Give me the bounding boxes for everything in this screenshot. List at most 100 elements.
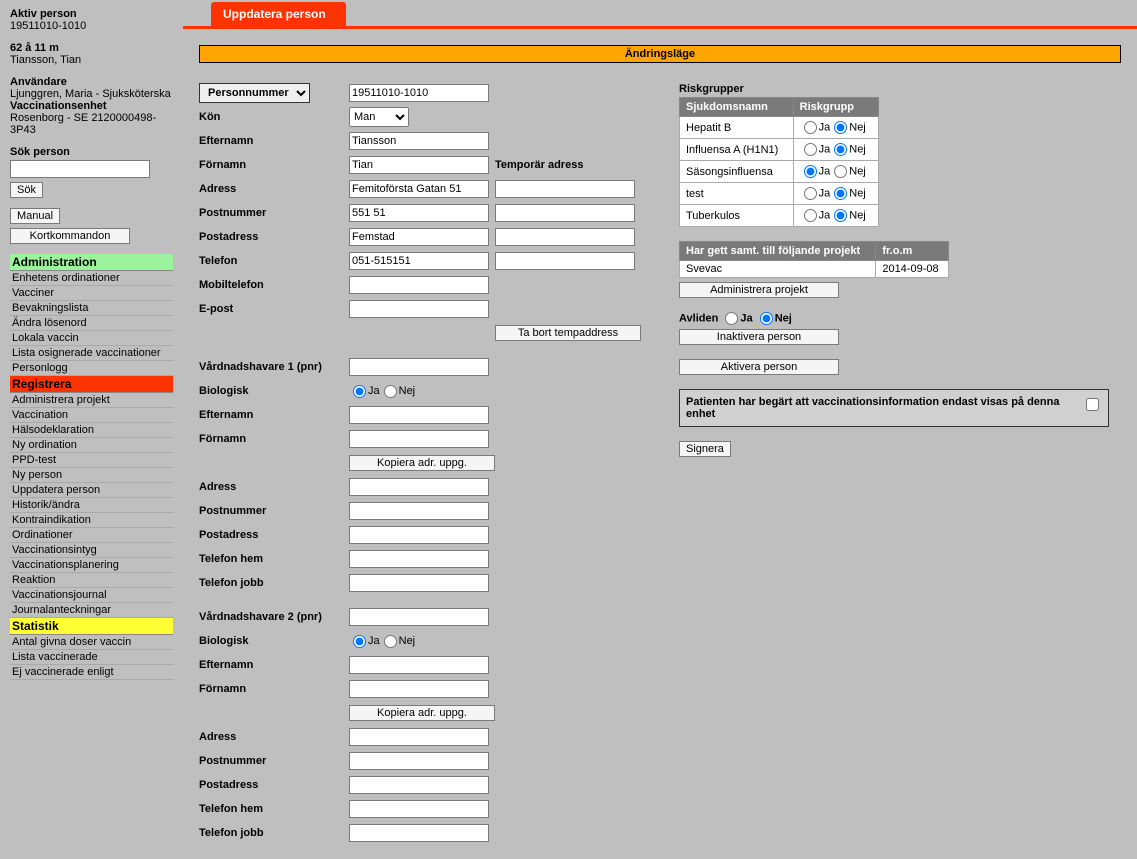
postadress-input[interactable]: [349, 228, 489, 246]
signera-button[interactable]: Signera: [679, 441, 731, 457]
vh2-postnummer-input[interactable]: [349, 752, 489, 770]
menu-item[interactable]: Ny ordination: [10, 438, 173, 453]
risk-nej[interactable]: [834, 165, 847, 178]
risk-ja[interactable]: [804, 121, 817, 134]
vh2-efternamn-input[interactable]: [349, 656, 489, 674]
vh2-tj-label: Telefon jobb: [199, 827, 349, 839]
vh1-postadress-input[interactable]: [349, 526, 489, 544]
vh2-pnr-input[interactable]: [349, 608, 489, 626]
vh1-postnummer-input[interactable]: [349, 502, 489, 520]
risk-nej[interactable]: [834, 187, 847, 200]
menu-item[interactable]: Vaccinationsplanering: [10, 558, 173, 573]
vh2-telefon-hem-input[interactable]: [349, 800, 489, 818]
temp-adress-input[interactable]: [495, 180, 635, 198]
menu-item[interactable]: Vaccinationsjournal: [10, 588, 173, 603]
vh1-telefon-jobb-input[interactable]: [349, 574, 489, 592]
menu-item[interactable]: Uppdatera person: [10, 483, 173, 498]
menu-item[interactable]: Enhetens ordinationer: [10, 271, 173, 286]
tab-uppdatera-person[interactable]: Uppdatera person: [211, 2, 346, 26]
vh1-fornamn-input[interactable]: [349, 430, 489, 448]
menu-item[interactable]: Vaccinationsintyg: [10, 543, 173, 558]
proj-name: Svevac: [680, 261, 876, 278]
mode-bar: Ändringsläge: [199, 45, 1121, 63]
info-checkbox[interactable]: [1086, 398, 1099, 411]
menu-item[interactable]: Lokala vaccin: [10, 331, 173, 346]
vh2-adress-input[interactable]: [349, 728, 489, 746]
menu-item[interactable]: Vacciner: [10, 286, 173, 301]
name-line: Tiansson, Tian: [10, 54, 173, 66]
menu-item[interactable]: PPD-test: [10, 453, 173, 468]
vh1-efternamn-input[interactable]: [349, 406, 489, 424]
menu-item[interactable]: Vaccination: [10, 408, 173, 423]
menu-item[interactable]: Antal givna doser vaccin: [10, 635, 173, 650]
vh2-fornamn-input[interactable]: [349, 680, 489, 698]
vh2-bio-ja[interactable]: [353, 635, 366, 648]
avliden-ja[interactable]: [725, 312, 738, 325]
menu-item[interactable]: Hälsodeklaration: [10, 423, 173, 438]
inaktivera-person-button[interactable]: Inaktivera person: [679, 329, 839, 345]
risk-ja[interactable]: [804, 187, 817, 200]
avliden-nej[interactable]: [760, 312, 773, 325]
menu-header-admin: Administration: [10, 254, 173, 271]
sok-input[interactable]: [10, 160, 150, 178]
risk-nej[interactable]: [834, 143, 847, 156]
postnummer-input[interactable]: [349, 204, 489, 222]
vh1-pn-label: Postnummer: [199, 505, 349, 517]
vh2-bio-nej[interactable]: [384, 635, 397, 648]
menu-item[interactable]: Ej vaccinerade enligt: [10, 665, 173, 680]
tabbar: Uppdatera person: [183, 0, 1137, 26]
vh1-adress-input[interactable]: [349, 478, 489, 496]
administrera-projekt-button[interactable]: Administrera projekt: [679, 282, 839, 298]
telefon-input[interactable]: [349, 252, 489, 270]
risk-ja[interactable]: [804, 209, 817, 222]
fornamn-input[interactable]: [349, 156, 489, 174]
risk-ja[interactable]: [804, 165, 817, 178]
kortkommandon-button[interactable]: Kortkommandon: [10, 228, 130, 244]
postnummer-label: Postnummer: [199, 207, 349, 219]
menu-item[interactable]: Administrera projekt: [10, 393, 173, 408]
risk-ja[interactable]: [804, 143, 817, 156]
manual-button[interactable]: Manual: [10, 208, 60, 224]
menu-item[interactable]: Reaktion: [10, 573, 173, 588]
kon-select[interactable]: Man: [349, 107, 409, 127]
mobil-input[interactable]: [349, 276, 489, 294]
vh2-kopiera-button[interactable]: Kopiera adr. uppg.: [349, 705, 495, 721]
risk-nej[interactable]: [834, 121, 847, 134]
menu: Administration Enhetens ordinationerVacc…: [10, 254, 173, 680]
temp-postnummer-input[interactable]: [495, 204, 635, 222]
vh1-bio-nej[interactable]: [384, 385, 397, 398]
aktivera-person-button[interactable]: Aktivera person: [679, 359, 839, 375]
telefon-label: Telefon: [199, 255, 349, 267]
sok-button[interactable]: Sök: [10, 182, 43, 198]
menu-item[interactable]: Ändra lösenord: [10, 316, 173, 331]
epost-input[interactable]: [349, 300, 489, 318]
vh1-telefon-hem-input[interactable]: [349, 550, 489, 568]
vh2-telefon-jobb-input[interactable]: [349, 824, 489, 842]
vh1-pnr-input[interactable]: [349, 358, 489, 376]
efternamn-input[interactable]: [349, 132, 489, 150]
menu-item[interactable]: Ordinationer: [10, 528, 173, 543]
menu-item[interactable]: Historik/ändra: [10, 498, 173, 513]
vh1-kopiera-button[interactable]: Kopiera adr. uppg.: [349, 455, 495, 471]
adress-input[interactable]: [349, 180, 489, 198]
risk-opt: JaNej: [793, 117, 878, 139]
personnummer-select[interactable]: Personnummer: [199, 83, 310, 103]
sidebar: Aktiv person 19511010-1010 62 å 11 m Tia…: [0, 0, 183, 859]
menu-item[interactable]: Lista osignerade vaccinationer: [10, 346, 173, 361]
ta-bort-temp-button[interactable]: Ta bort tempaddress: [495, 325, 641, 341]
menu-item[interactable]: Bevakningslista: [10, 301, 173, 316]
menu-item[interactable]: Lista vaccinerade: [10, 650, 173, 665]
enhet-label: Vaccinationsenhet: [10, 100, 173, 112]
risk-nej[interactable]: [834, 209, 847, 222]
vh1-bio-ja[interactable]: [353, 385, 366, 398]
temp-postadress-input[interactable]: [495, 228, 635, 246]
vh2-postadress-input[interactable]: [349, 776, 489, 794]
menu-item[interactable]: Ny person: [10, 468, 173, 483]
vh1-tj-label: Telefon jobb: [199, 577, 349, 589]
personnummer-input[interactable]: [349, 84, 489, 102]
menu-item[interactable]: Kontraindikation: [10, 513, 173, 528]
risk-name: Influensa A (H1N1): [680, 139, 794, 161]
menu-item[interactable]: Journalanteckningar: [10, 603, 173, 618]
temp-telefon-input[interactable]: [495, 252, 635, 270]
menu-item[interactable]: Personlogg: [10, 361, 173, 376]
